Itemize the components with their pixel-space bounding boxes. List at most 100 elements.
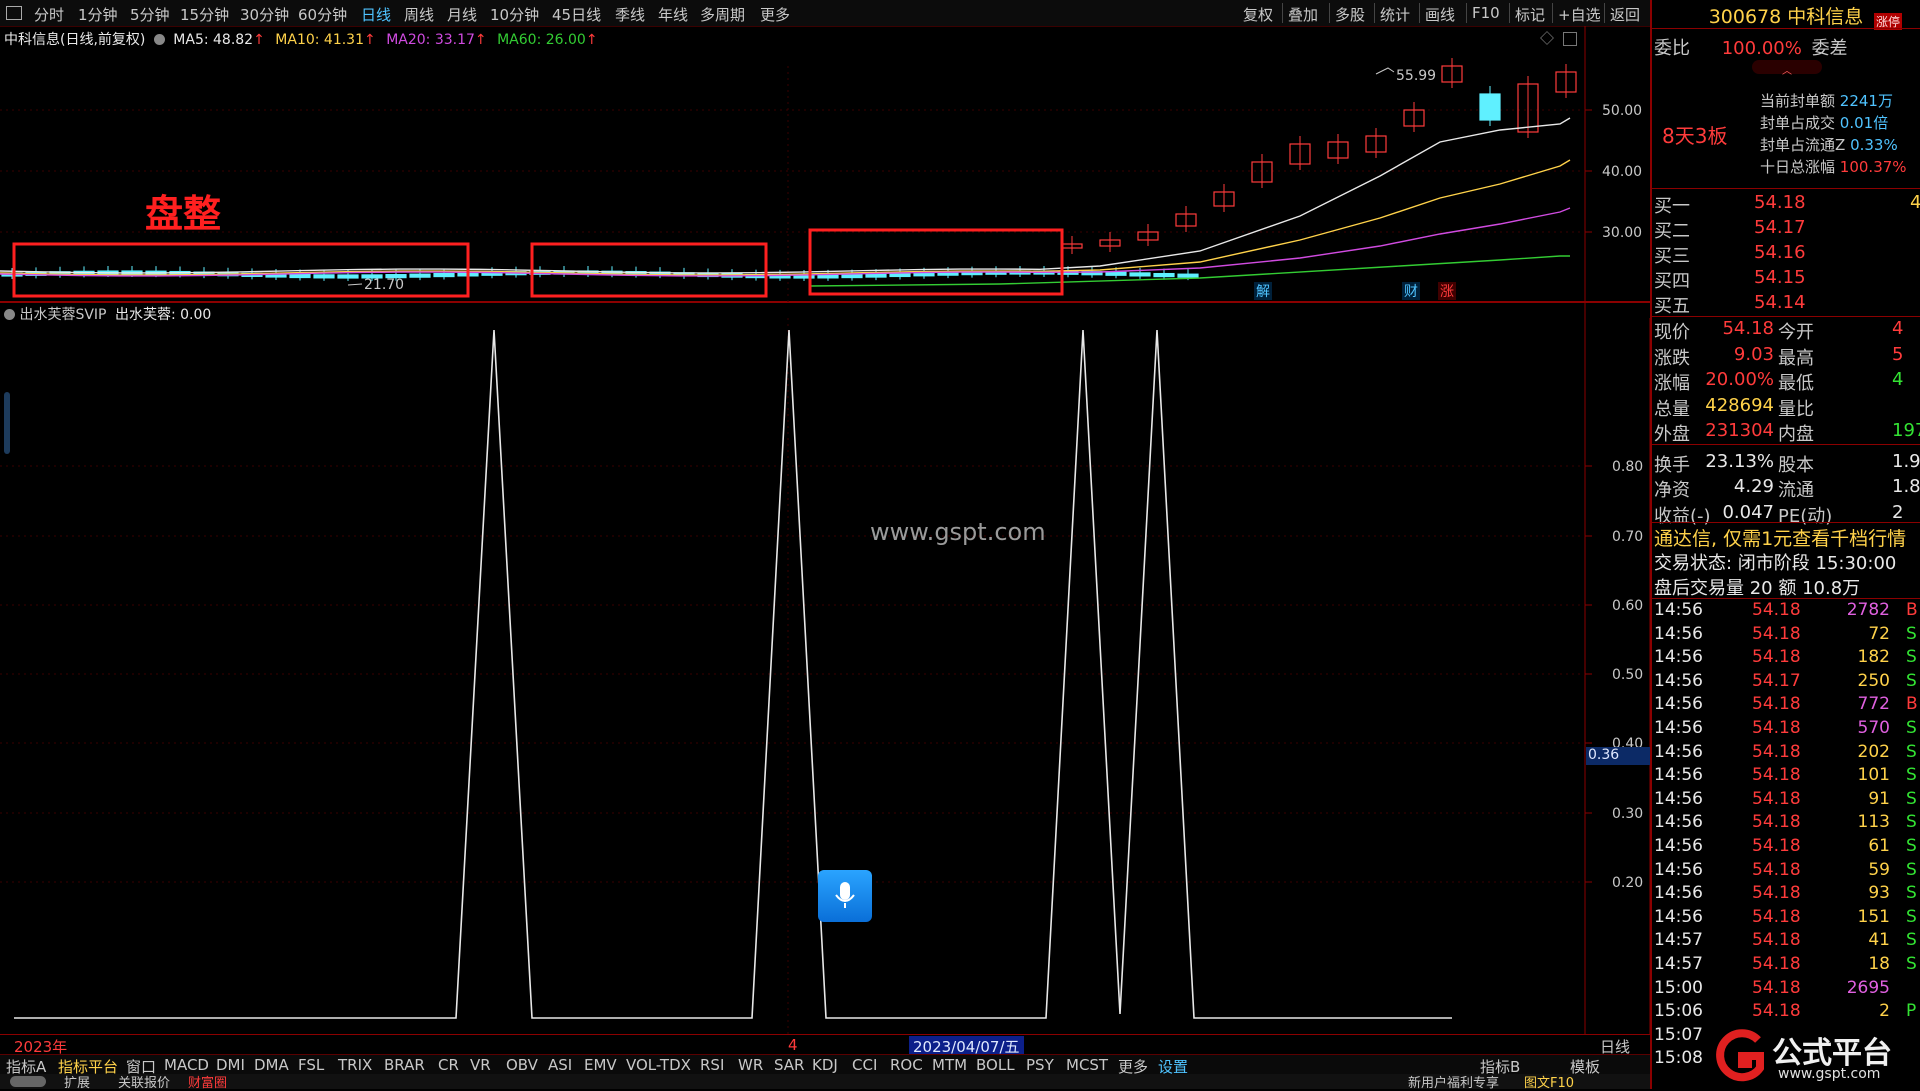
kline-chart[interactable]: 50.00 40.00 30.00 55.99 21.70 解 财 涨 [0,26,1650,318]
seal-stat-row: 当前封单额 2241万 [1760,90,1893,111]
trade-side: S [1906,765,1917,786]
indicator-tab[interactable]: ROC [890,1056,923,1074]
quote-value-right: 5 [1892,343,1904,365]
period-tab[interactable]: 分时 [34,4,64,25]
trade-volume: 2782 [1846,600,1890,620]
seal-stat-row: 封单占成交 0.01倍 [1760,112,1888,133]
quote-row: 现价 54.18 今开 4 [1652,318,1920,343]
toolbar-action-button[interactable]: 统计 [1380,4,1410,25]
period-tab[interactable]: 日线 [361,4,391,25]
bid-row[interactable]: 买五 54.14 [1652,292,1920,317]
trade-side: B [1906,600,1918,620]
indicator-tab[interactable]: WR [738,1056,763,1074]
trade-volume: 59 [1868,859,1890,880]
toolbar-action-button[interactable]: 标记 [1515,4,1545,25]
indicator-tab[interactable]: ASI [548,1056,572,1074]
indicator-tab[interactable]: FSL [298,1056,324,1074]
promo-text[interactable]: 通达信, 仅需1元查看千档行情 [1654,524,1906,551]
indicator-tab[interactable]: OBV [506,1056,538,1074]
candlestick [1365,128,1387,158]
toolbar-action-button[interactable]: 复权 [1243,4,1273,25]
consolidation-label: 盘整 [145,192,222,236]
period-tab[interactable]: 年线 [658,4,688,25]
period-tab[interactable]: 60分钟 [298,4,347,25]
strip-toggle[interactable] [10,1076,46,1087]
bid-row[interactable]: 买一 54.18 4 [1652,192,1920,217]
strip-item[interactable]: 新用户福利专享 [1408,1072,1499,1091]
weicha-label: 委差 [1811,38,1848,59]
strip-item[interactable]: 扩展 [64,1072,90,1091]
toolbar-action-button[interactable]: 画线 [1425,4,1455,25]
indicator-tabs: 指标A 指标平台 窗口 MACD DMI DMA FSL TRIX BRAR CR VR OBV ASI… [0,1054,1650,1076]
trade-side: S [1906,788,1917,809]
strip-item[interactable]: 图文F10 [1524,1072,1574,1091]
indicator-tab[interactable]: KDJ [812,1056,838,1074]
trade-side: P [1906,1001,1917,1022]
candlestick [433,268,455,280]
toolbar-action-button[interactable]: 叠加 [1288,4,1318,25]
voice-input-button[interactable] [818,870,872,922]
period-tab[interactable]: 5分钟 [130,4,170,25]
strip-item[interactable]: 关联报价 [118,1072,170,1091]
quote-value-right: 4 [1892,318,1904,339]
period-tab[interactable]: 10分钟 [490,4,539,25]
toolbar-action-button[interactable]: +自选 [1558,4,1601,25]
trade-price: 54.18 [1752,836,1801,856]
trade-time: 14:57 [1654,930,1703,951]
microphone-icon [835,882,855,908]
event-marker[interactable]: 涨 [1438,282,1456,300]
seal-stat-value: 2241万 [1839,92,1893,110]
trade-side: S [1906,906,1917,927]
bid-row[interactable]: 买四 54.15 [1652,267,1920,292]
period-tab[interactable]: 30分钟 [240,4,289,25]
bid-row[interactable]: 买二 54.17 [1652,217,1920,242]
trade-price: 54.18 [1752,930,1801,951]
candlestick [697,268,719,280]
low-pointer [347,283,363,286]
indicator-tab[interactable]: BRAR [384,1056,425,1074]
period-tab[interactable]: 45日线 [552,4,601,25]
period-tab[interactable]: 季线 [615,4,645,25]
period-tab[interactable]: 15分钟 [180,4,229,25]
toolbar-action-button[interactable]: 返回 [1610,4,1640,25]
strip-item[interactable]: 财富圈 [188,1072,227,1091]
indicator-tab[interactable]: PSY [1026,1056,1054,1074]
indicator-tab[interactable]: CR [438,1056,459,1074]
quote-label: 涨幅 [1654,373,1690,394]
trade-time: 14:56 [1654,836,1703,856]
indicator-tab[interactable]: EMV [584,1056,617,1074]
bid-row[interactable]: 买三 54.16 [1652,242,1920,267]
indicator-tab[interactable]: VOL-TDX [626,1056,691,1074]
period-tab[interactable]: 月线 [447,4,477,25]
indicator-tab[interactable]: SAR [774,1056,804,1074]
toolbar-action-button[interactable]: 多股 [1335,4,1365,25]
bottom-strip: 扩展 关联报价 财富圈 新用户福利专享 图文F10 [0,1072,1650,1091]
trade-volume: 202 [1857,741,1890,762]
trade-time: 14:56 [1654,812,1703,833]
window-icon[interactable] [6,6,22,20]
indicator-tab[interactable]: MTM [932,1056,967,1074]
period-tab[interactable]: 多周期 [700,4,745,25]
event-marker[interactable]: 财 [1402,282,1420,300]
quote-value: 231304 [1705,420,1774,441]
period-tab[interactable]: 更多 [760,4,790,25]
chevron-up-icon: ︿ [1782,66,1792,77]
indicator-chart[interactable]: 0.800.700.600.500.400.300.20 [0,318,1650,1036]
indicator-tab[interactable]: RSI [700,1056,724,1074]
quote-label: 外盘 [1654,424,1690,445]
period-tab[interactable]: 周线 [404,4,434,25]
indicator-tab[interactable]: DMA [254,1056,289,1074]
trade-time: 14:56 [1654,670,1703,691]
collapse-toggle[interactable]: ︿ [1752,60,1822,77]
indicator-tab[interactable]: TRIX [338,1056,372,1074]
event-marker[interactable]: 解 [1254,282,1272,300]
indicator-tab[interactable]: BOLL [976,1056,1015,1074]
toolbar-action-button[interactable]: F10 [1472,4,1500,22]
indicator-tab[interactable]: CCI [852,1056,877,1074]
logo-g-icon [1716,1029,1764,1082]
indicator-tab[interactable]: VR [470,1056,491,1074]
indicator-tab[interactable]: MCST [1066,1056,1108,1074]
quote-row: 总量 428694 量比 [1652,395,1920,420]
period-tab[interactable]: 1分钟 [78,4,118,25]
trade-time: 14:56 [1654,647,1703,668]
